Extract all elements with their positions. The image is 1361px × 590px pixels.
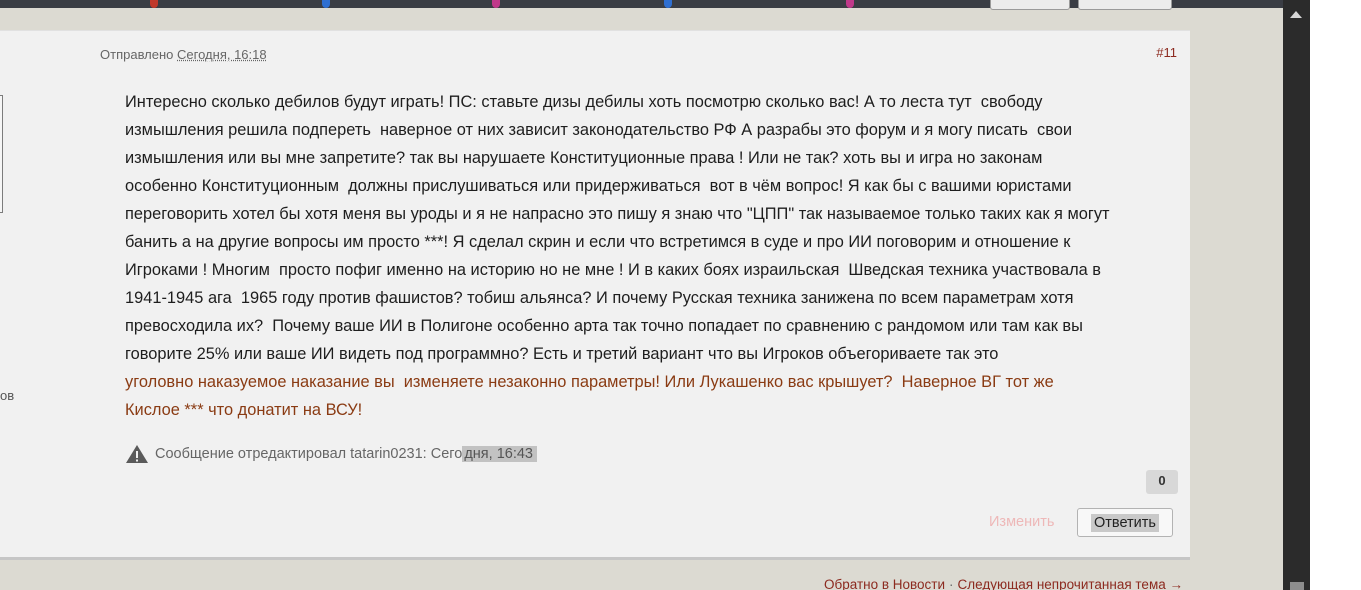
post-colored-text: уголовно наказуемое наказание вы изменяе…: [125, 368, 1185, 424]
post-text-line: Кислое *** что донатит на ВСУ!: [125, 401, 363, 419]
nav-tab-marker[interactable]: [492, 0, 500, 8]
post-divider: [0, 557, 1190, 560]
top-button-stub[interactable]: [990, 0, 1070, 10]
post-text-lines: Интересно сколько дебилов будут играть! …: [125, 88, 1185, 368]
post-text-line: говорите 25% или ваше ИИ видеть под прог…: [125, 345, 999, 363]
post-text-line: уголовно наказуемое наказание вы изменяе…: [125, 373, 1054, 391]
nav-tab-marker[interactable]: [664, 0, 672, 8]
post-date: Сегодня, 16:18: [177, 47, 267, 62]
post-text-line: особенно Конституционным должны прислуши…: [125, 177, 1072, 195]
nav-tab-marker[interactable]: [322, 0, 330, 8]
edit-post-link[interactable]: Изменить: [989, 514, 1054, 530]
back-to-news-link[interactable]: Обратно в Новости: [824, 577, 945, 590]
post-body: Интересно сколько дебилов будут играть! …: [125, 88, 1185, 424]
sent-label: Отправлено: [100, 47, 174, 62]
scrollbar-thumb[interactable]: [1290, 582, 1304, 590]
post-number-link[interactable]: #11: [1156, 45, 1177, 60]
reply-button[interactable]: Ответить: [1077, 508, 1173, 537]
post-text-line: измышления решила подпереть наверное от …: [125, 121, 1073, 139]
scroll-up-arrow-icon[interactable]: [1290, 11, 1302, 18]
post-text-line: превосходила их? Почему ваше ИИ в Полиго…: [125, 317, 1083, 335]
author-stats-fragment: ов: [0, 388, 15, 403]
top-navigation-bar: [0, 0, 1283, 10]
reputation-badge[interactable]: 0: [1146, 470, 1178, 494]
edit-note-time: дня, 16:43: [462, 446, 537, 462]
next-unread-topic-link[interactable]: Следующая непрочитанная тема →: [958, 577, 1183, 590]
reply-button-label: Ответить: [1091, 513, 1159, 532]
nav-tab-marker[interactable]: [846, 0, 854, 8]
edit-note: Сообщение отредактировал tatarin0231: Се…: [125, 444, 537, 464]
author-avatar-frame[interactable]: [0, 95, 3, 213]
edit-note-text: Сообщение отредактировал tatarin0231: Се…: [155, 446, 463, 462]
footer-navigation: Обратно в Новости · Следующая непрочитанна…: [824, 577, 1183, 590]
post-text-line: Интересно сколько дебилов будут играть! …: [125, 93, 1043, 111]
window-margin: [1310, 0, 1361, 590]
nav-tab-marker[interactable]: [150, 0, 158, 8]
post-text-line: банить а на другие вопросы им просто ***…: [125, 233, 1071, 251]
page-scrollbar[interactable]: [1283, 0, 1310, 590]
warning-icon: [126, 445, 148, 463]
post-text-line: переговорить хотел бы хотя меня вы уроды…: [125, 205, 1110, 223]
post-text-line: 1941-1945 ага 1965 году против фашистов?…: [125, 289, 1074, 307]
post-text-line: Игроками ! Многим просто пофиг именно на…: [125, 261, 1102, 279]
footer-separator: ·: [949, 577, 954, 590]
post-meta: Отправлено Сегодня, 16:18: [100, 47, 267, 62]
post-text-line: измышления или вы мне запретите? так вы …: [125, 149, 1043, 167]
top-button-stub[interactable]: [1078, 0, 1172, 10]
